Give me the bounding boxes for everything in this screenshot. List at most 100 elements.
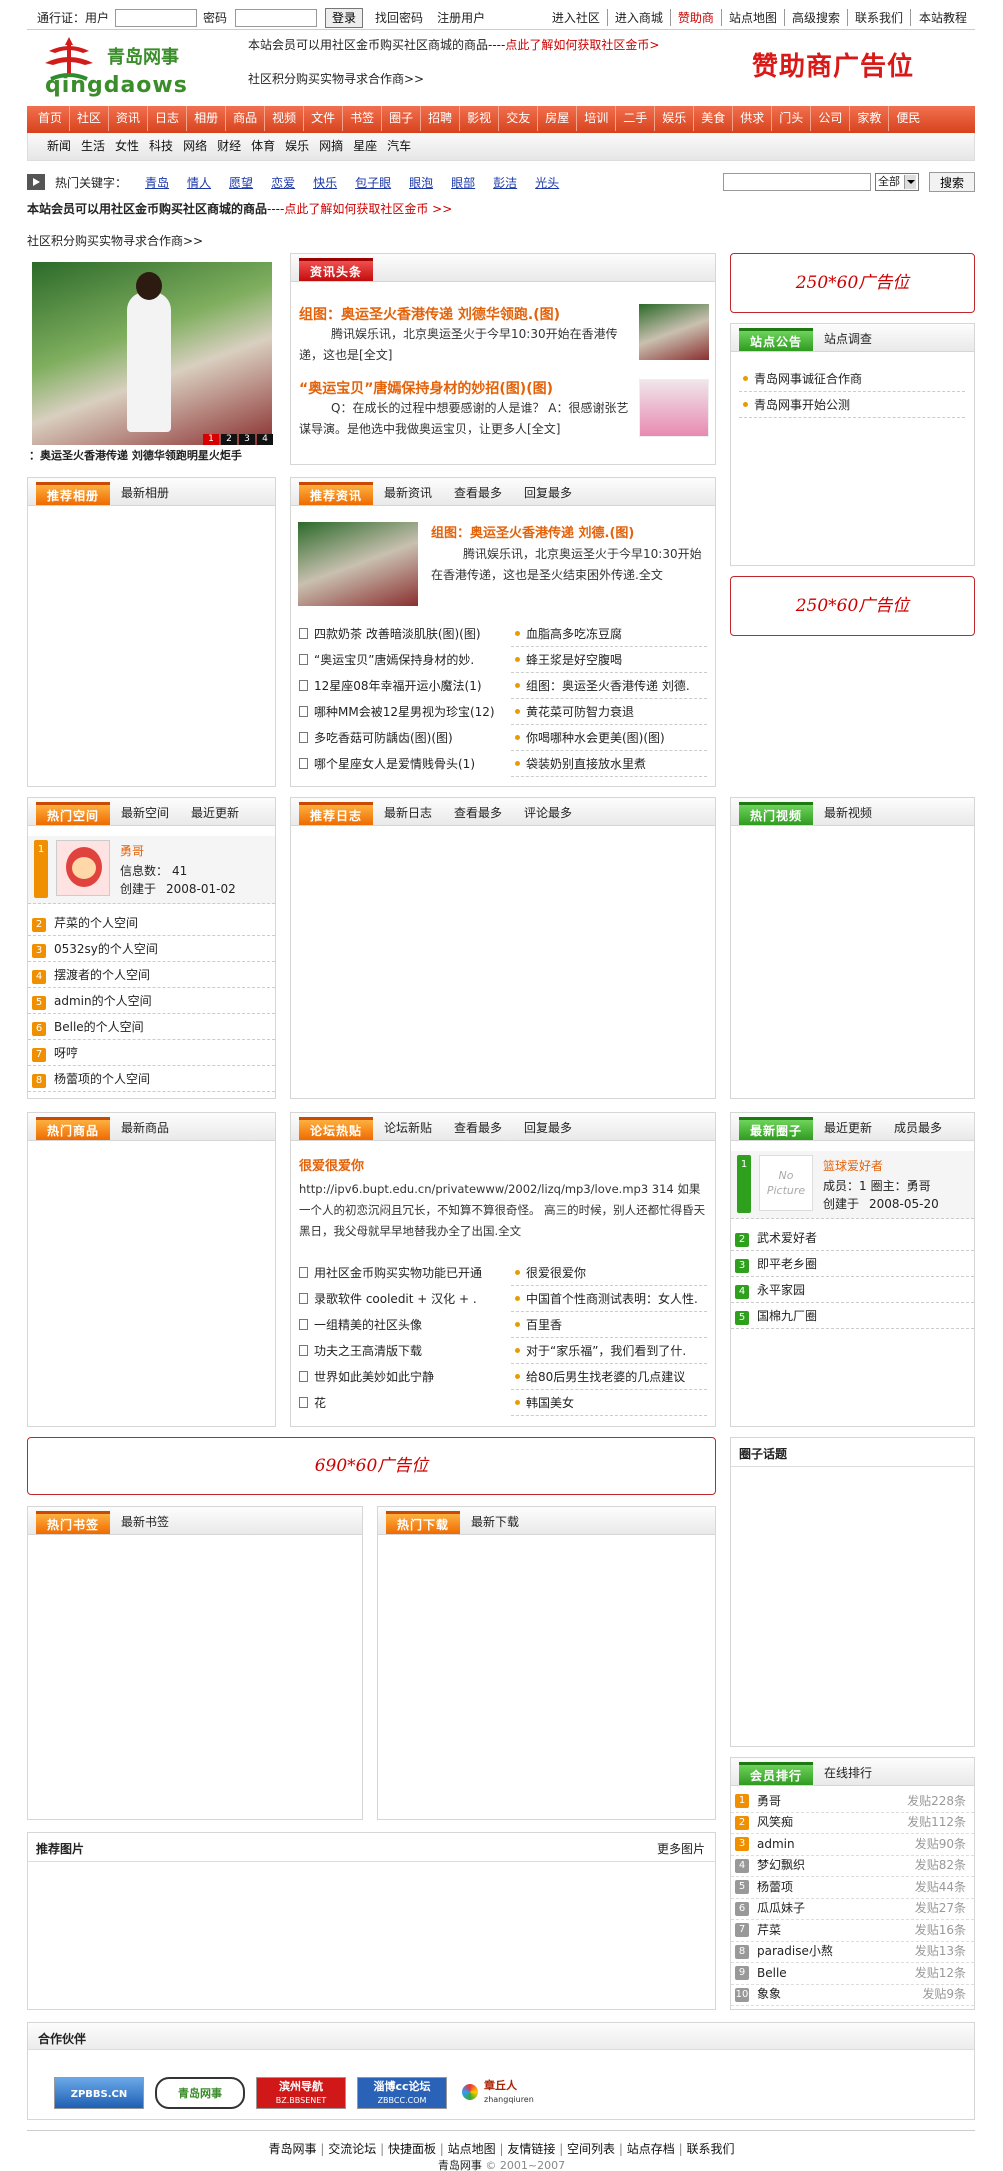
list-item[interactable]: 2 芹菜的个人空间	[28, 910, 275, 936]
tab-most-replied[interactable]: 回复最多	[513, 482, 583, 505]
nav-friends[interactable]: 交友	[499, 106, 539, 131]
top-link-sitemap[interactable]: 站点地图	[722, 9, 785, 26]
tab-hot-goods[interactable]: 热门商品	[36, 1117, 111, 1140]
list-item[interactable]: 很爱很爱你	[511, 1260, 707, 1286]
tab-forum-hot[interactable]: 论坛热贴	[299, 1117, 374, 1140]
list-item[interactable]: 黄花菜可防智力衰退	[511, 699, 707, 725]
footer-link[interactable]: 快捷面板	[388, 2142, 436, 2156]
list-item[interactable]: 多吃香菇可防龋齿(图)(图)	[297, 725, 497, 751]
tab-recently-updated[interactable]: 最近更新	[180, 802, 250, 825]
nav-file[interactable]: 文件	[304, 106, 344, 131]
list-item[interactable]: 3 0532sy的个人空间	[28, 936, 275, 962]
subnav-life[interactable]: 生活	[76, 133, 110, 159]
list-item[interactable]: 12星座08年幸福开运小魔法(1)	[297, 673, 497, 699]
nav-storefront[interactable]: 门头	[772, 106, 812, 131]
list-item[interactable]: 5 国棉九厂圈	[731, 1303, 974, 1329]
list-item[interactable]: 蜂王浆是好空腹喝	[511, 647, 707, 673]
retrieve-password-link[interactable]: 找回密码	[375, 9, 423, 26]
member-name[interactable]: 杨蕾项	[757, 1877, 915, 1898]
notice-cooperation-link[interactable]: 社区积分购买实物寻求合作商>>	[248, 70, 424, 87]
list-item[interactable]: 6 Belle的个人空间	[28, 1014, 275, 1040]
site-logo[interactable]: 青岛网事 qingdaows	[43, 35, 193, 98]
nav-jobs[interactable]: 招聘	[421, 106, 461, 131]
tab-latest-circles[interactable]: 最新圈子	[739, 1117, 814, 1140]
list-item[interactable]: “奥运宝贝”唐嫣保持身材的妙.	[297, 647, 497, 673]
tab-news-headlines[interactable]: 资讯头条	[299, 258, 374, 281]
member-name[interactable]: 象象	[757, 1984, 922, 2005]
top-link-tutorial[interactable]: 本站教程	[911, 9, 975, 26]
nav-album[interactable]: 相册	[187, 106, 227, 131]
tab-hot-spaces[interactable]: 热门空间	[36, 802, 111, 825]
tab-recommended-albums[interactable]: 推荐相册	[36, 482, 111, 505]
notice-cooperation-link-2[interactable]: 社区积分购买实物寻求合作商>>	[27, 232, 203, 249]
keyword-link[interactable]: 眼泡	[409, 174, 433, 191]
avatar[interactable]	[56, 840, 110, 896]
top-link-community[interactable]: 进入社区	[545, 9, 608, 26]
footer-link[interactable]: 青岛网事	[269, 2142, 317, 2156]
nav-food[interactable]: 美食	[694, 106, 734, 131]
subnav-zodiac[interactable]: 星座	[348, 133, 382, 159]
keyword-link[interactable]: 青岛	[145, 174, 169, 191]
subnav-net[interactable]: 网络	[178, 133, 212, 159]
notice-gold-link[interactable]: 点此了解如何获取社区金币>	[505, 38, 659, 52]
tab-latest-bookmarks[interactable]: 最新书签	[110, 1511, 180, 1534]
tab-latest-downloads[interactable]: 最新下载	[460, 1511, 530, 1534]
partner-qingdaows[interactable]: 青岛网事	[155, 2077, 245, 2109]
member-row[interactable]: 4 梦幻飘织 发贴82条	[731, 1855, 974, 1877]
tab-latest-videos[interactable]: 最新视频	[813, 802, 883, 825]
member-row[interactable]: 3 admin 发贴90条	[731, 1834, 974, 1856]
member-name[interactable]: 梦幻飘织	[757, 1855, 915, 1876]
top-link-mall[interactable]: 进入商城	[608, 9, 671, 26]
list-item[interactable]: 世界如此美妙如此宁静	[297, 1364, 497, 1390]
list-item[interactable]: 一组精美的社区头像	[297, 1312, 497, 1338]
list-item[interactable]: 中国首个性商测试表明：女人性.	[511, 1286, 707, 1312]
search-input[interactable]	[722, 173, 871, 191]
member-name[interactable]: Belle	[757, 1963, 915, 1984]
featured-circle-name[interactable]: 篮球爱好者	[823, 1157, 883, 1174]
nav-video[interactable]: 视频	[265, 106, 305, 131]
ad-690x60[interactable]: 690*60广告位	[27, 1437, 716, 1495]
nav-bookmark[interactable]: 书签	[343, 106, 383, 131]
member-name[interactable]: admin	[757, 1834, 915, 1855]
list-item[interactable]: 对于“家乐福”，我们看到了什.	[511, 1338, 707, 1364]
list-item[interactable]: 青岛网事诚征合作商	[739, 366, 965, 392]
tab-latest-news[interactable]: 最新资讯	[373, 482, 443, 505]
nav-circle[interactable]: 圈子	[382, 106, 422, 131]
member-row[interactable]: 9 Belle 发贴12条	[731, 1963, 974, 1985]
slide-page-button[interactable]: 2	[221, 434, 237, 445]
list-item[interactable]: 哪种MM会被12星男视为珍宝(12)	[297, 699, 497, 725]
tab-forum-most-viewed[interactable]: 查看最多	[443, 1117, 513, 1140]
tab-recommended-news[interactable]: 推荐资讯	[299, 482, 374, 505]
member-name[interactable]: 瓜瓜妹子	[757, 1898, 915, 1919]
list-item[interactable]: 2 武术爱好者	[731, 1225, 974, 1251]
tab-diary-most-commented[interactable]: 评论最多	[513, 802, 583, 825]
nav-company[interactable]: 公司	[811, 106, 851, 131]
list-item[interactable]: 5 admin的个人空间	[28, 988, 275, 1014]
nav-diary[interactable]: 日志	[148, 106, 188, 131]
recommended-news-title[interactable]: 组图：奥运圣火香港传递 刘德.(图)	[431, 522, 634, 541]
footer-link[interactable]: 交流论坛	[328, 2142, 376, 2156]
subnav-digest[interactable]: 网摘	[314, 133, 348, 159]
keyword-link[interactable]: 光头	[535, 174, 559, 191]
keyword-link[interactable]: 眼部	[451, 174, 475, 191]
tab-latest-goods[interactable]: 最新商品	[110, 1117, 180, 1140]
circle-image[interactable]: No Picture	[759, 1155, 813, 1211]
slide-page-button[interactable]: 4	[257, 434, 273, 445]
tab-hot-bookmarks[interactable]: 热门书签	[36, 1511, 111, 1534]
tab-diary-most-viewed[interactable]: 查看最多	[443, 802, 513, 825]
list-item[interactable]: 给80后男生找老婆的几点建议	[511, 1364, 707, 1390]
footer-link[interactable]: 联系我们	[686, 2142, 734, 2156]
nav-home[interactable]: 首页	[31, 106, 71, 131]
list-item[interactable]: 功夫之王高清版下载	[297, 1338, 497, 1364]
list-item[interactable]: 组图：奥运圣火香港传递 刘德.	[511, 673, 707, 699]
subnav-news[interactable]: 新闻	[42, 133, 76, 159]
member-name[interactable]: paradise小熬	[757, 1941, 915, 1962]
keyword-link[interactable]: 愿望	[229, 174, 253, 191]
nav-convenience[interactable]: 便民	[889, 106, 927, 131]
nav-news[interactable]: 资讯	[109, 106, 149, 131]
tab-latest-spaces[interactable]: 最新空间	[110, 802, 180, 825]
keyword-link[interactable]: 快乐	[313, 174, 337, 191]
subnav-sports[interactable]: 体育	[246, 133, 280, 159]
tab-online-ranking[interactable]: 在线排行	[813, 1762, 883, 1785]
nav-entertainment[interactable]: 娱乐	[655, 106, 695, 131]
